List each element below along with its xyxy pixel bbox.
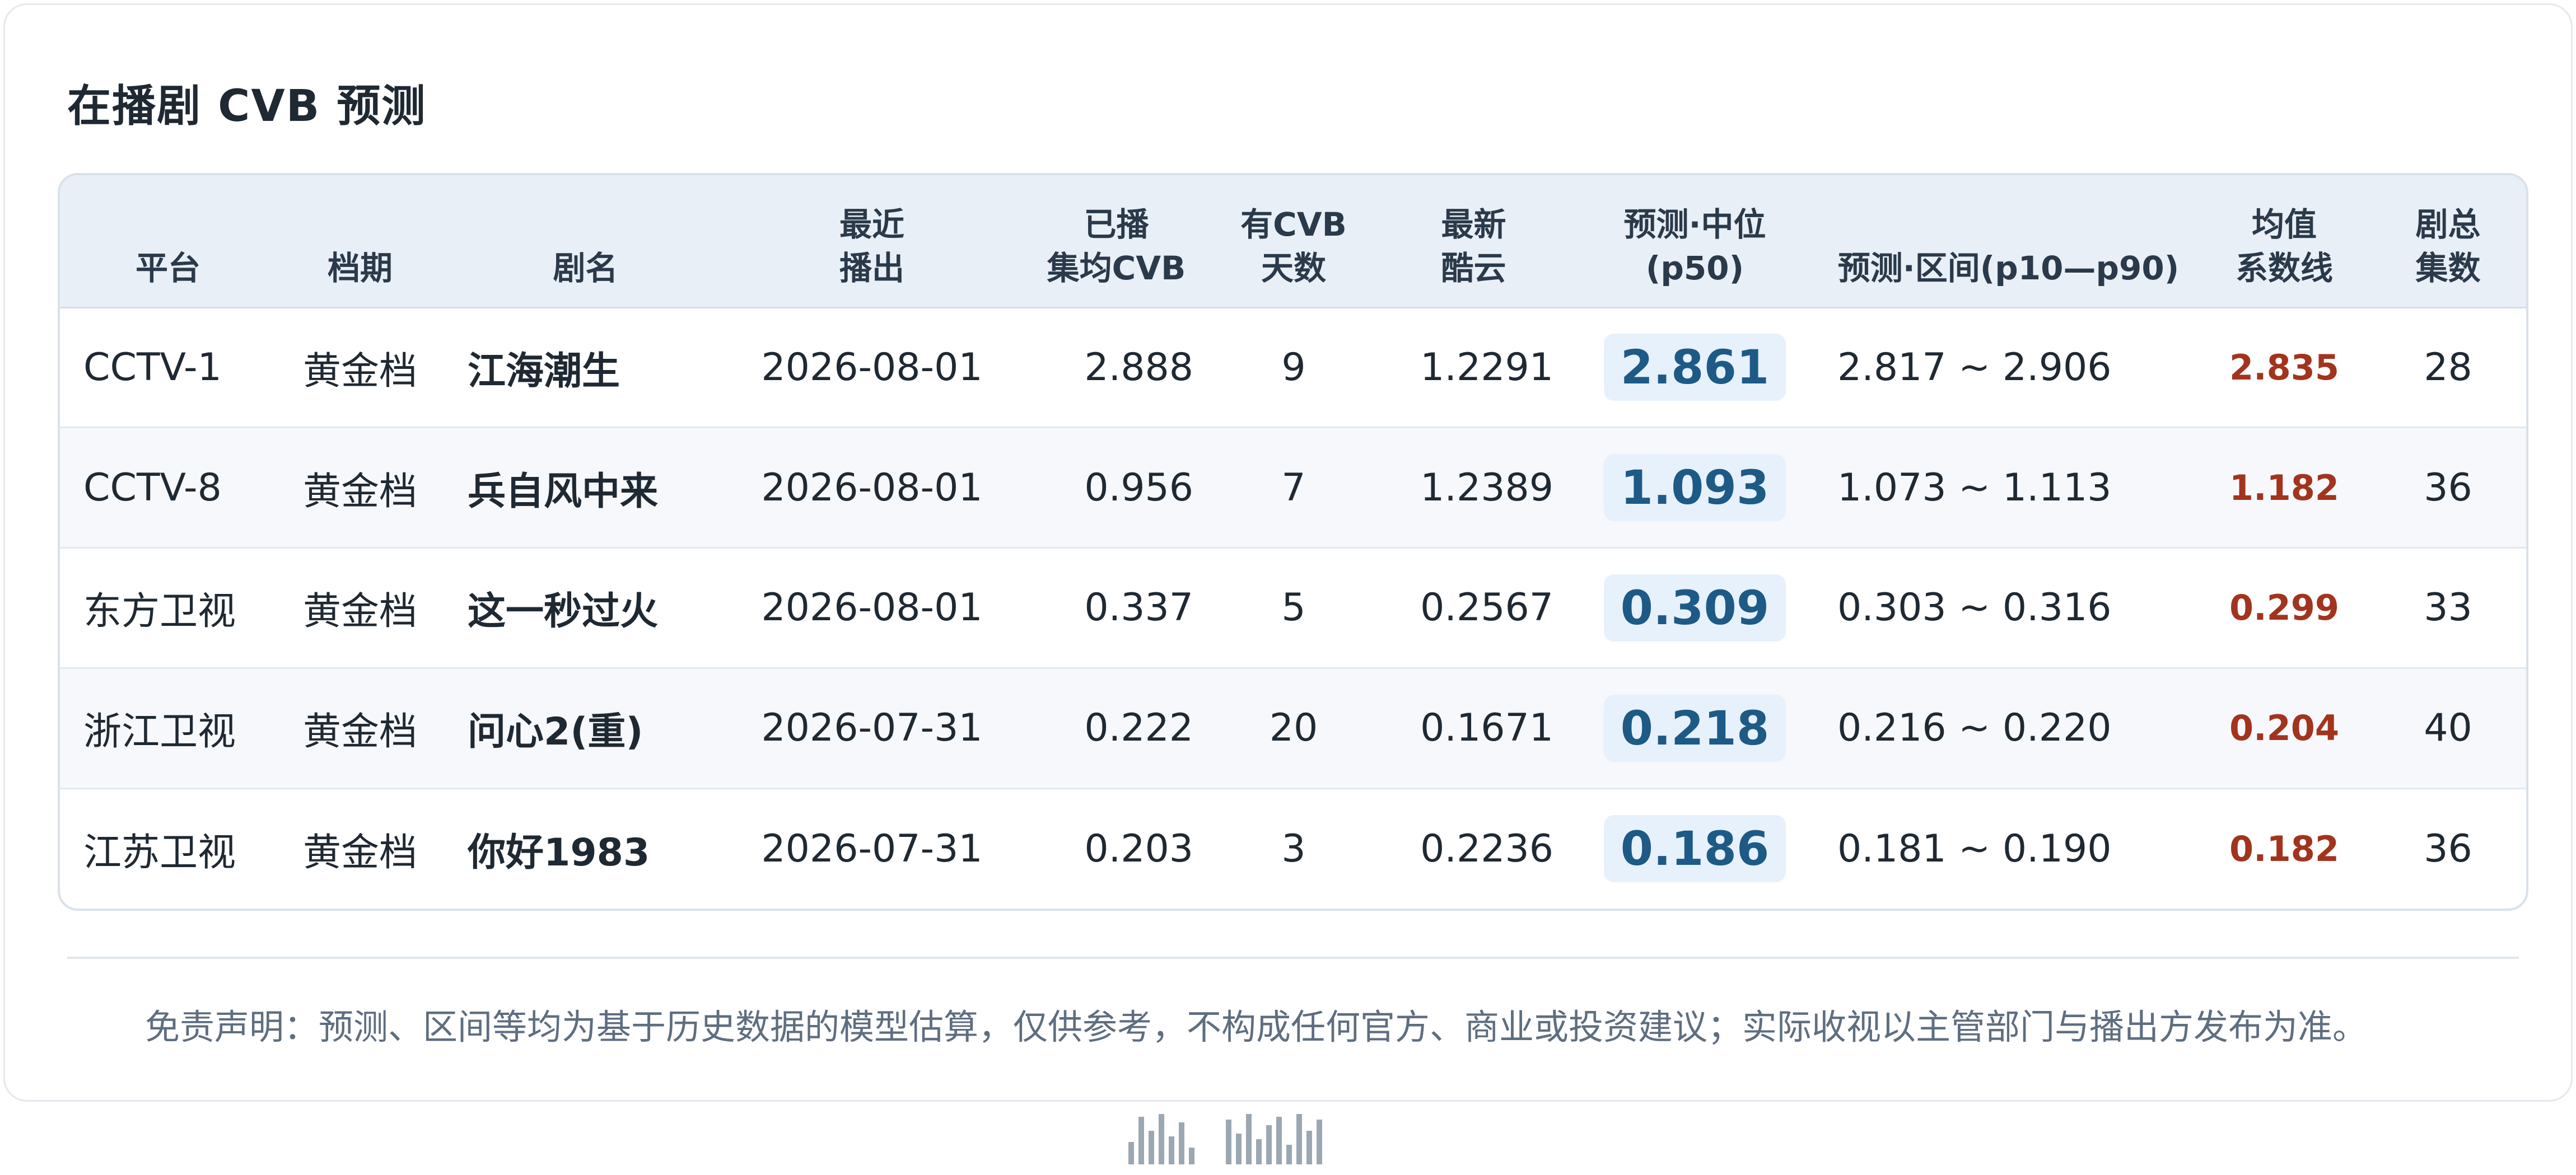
p50-chip: 0.218 — [1603, 694, 1786, 762]
col-header-latest-ky: 最新 酷云 — [1371, 175, 1576, 308]
cell-episodes: 28 — [2424, 345, 2472, 390]
cell-range: 1.073 ~ 1.113 — [1837, 465, 2112, 510]
cell-aired-avg: 2.888 — [1084, 345, 1193, 390]
cell-slot: 黄金档 — [302, 349, 417, 394]
cell-cvb-days: 7 — [1281, 465, 1306, 510]
cell-mean-line: 1.182 — [2229, 467, 2340, 508]
cell-platform: 江苏卫视 — [83, 830, 236, 875]
cell-platform: CCTV-1 — [83, 345, 222, 390]
cell-p50: 0.309 — [1576, 548, 1814, 668]
disclaimer-text: 免责声明：预测、区间等均为基于历史数据的模型估算，仅供参考，不构成任何官方、商业… — [145, 1007, 2368, 1047]
cell-aired-avg: 0.203 — [1084, 826, 1193, 871]
cell-episodes: 40 — [2424, 706, 2472, 751]
cell-cvb-days: 20 — [1269, 706, 1318, 751]
cell-cvb-days: 5 — [1281, 586, 1306, 630]
table-row: CCTV-8 黄金档 兵自风中来 2026-08-01 0.956 7 1.23… — [60, 427, 2526, 548]
cell-name: 这一秒过火 — [468, 589, 659, 634]
table-row: CCTV-1 黄金档 江海潮生 2026-08-01 2.888 9 1.229… — [60, 307, 2526, 428]
cell-latest-ky: 0.2567 — [1420, 586, 1553, 630]
page-title: 在播剧 CVB 预测 — [67, 81, 427, 132]
col-header-name: 剧名 — [444, 175, 727, 308]
cell-mean-line: 2.835 — [2229, 347, 2340, 388]
cell-slot: 黄金档 — [302, 710, 417, 755]
cell-platform: 东方卫视 — [83, 589, 236, 634]
col-header-platform: 平台 — [60, 175, 276, 308]
col-header-episodes: 剧总 集数 — [2365, 175, 2526, 308]
p50-chip: 2.861 — [1603, 334, 1786, 401]
col-header-range: 预测·区间(p10—p90) — [1814, 175, 2203, 308]
cell-p50: 0.186 — [1576, 788, 1814, 909]
col-header-last-air: 最近 播出 — [727, 175, 1017, 308]
cell-mean-line: 0.182 — [2229, 828, 2340, 869]
forecast-card: 在播剧 CVB 预测 平台 档期 剧名 最近 播出 已播 集均CVB 有CVB … — [3, 3, 2573, 1102]
cell-last-air: 2026-08-01 — [761, 465, 983, 510]
col-header-slot: 档期 — [276, 175, 444, 308]
cell-platform: CCTV-8 — [83, 465, 222, 510]
cell-last-air: 2026-08-01 — [761, 586, 983, 630]
cell-latest-ky: 0.2236 — [1420, 826, 1553, 871]
watermark-mark — [1128, 1111, 1448, 1164]
cell-mean-line: 0.204 — [2229, 708, 2340, 749]
cell-cvb-days: 9 — [1281, 345, 1306, 390]
table-row: 江苏卫视 黄金档 你好1983 2026-07-31 0.203 3 0.223… — [60, 788, 2526, 909]
cell-p50: 2.861 — [1576, 307, 1814, 428]
cell-aired-avg: 0.956 — [1084, 465, 1193, 510]
table-row: 浙江卫视 黄金档 问心2(重) 2026-07-31 0.222 20 0.16… — [60, 668, 2526, 789]
cell-name: 江海潮生 — [468, 349, 620, 394]
forecast-table-container: 平台 档期 剧名 最近 播出 已播 集均CVB 有CVB 天数 最新 酷云 预测·中位(… — [58, 173, 2528, 911]
cell-slot: 黄金档 — [302, 830, 417, 875]
cell-name: 你好1983 — [468, 830, 650, 875]
cell-range: 0.181 ~ 0.190 — [1837, 826, 2112, 871]
forecast-table: 平台 档期 剧名 最近 播出 已播 集均CVB 有CVB 天数 最新 酷云 预测·中位(… — [60, 175, 2526, 909]
cell-cvb-days: 3 — [1281, 826, 1306, 871]
cell-episodes: 33 — [2424, 586, 2472, 630]
cell-name: 问心2(重) — [468, 710, 643, 755]
cell-latest-ky: 1.2389 — [1420, 465, 1553, 510]
cell-platform: 浙江卫视 — [83, 710, 236, 755]
cell-last-air: 2026-07-31 — [761, 826, 983, 871]
cell-slot: 黄金档 — [302, 469, 417, 514]
cell-episodes: 36 — [2424, 826, 2472, 871]
cell-last-air: 2026-08-01 — [761, 345, 983, 390]
col-header-aired-avg: 已播 集均CVB — [1017, 175, 1216, 308]
cell-aired-avg: 0.222 — [1084, 706, 1193, 751]
cell-latest-ky: 0.1671 — [1420, 706, 1553, 751]
p50-chip: 0.309 — [1603, 574, 1786, 642]
cell-range: 0.303 ~ 0.316 — [1837, 586, 2112, 630]
col-header-cvb-days: 有CVB 天数 — [1216, 175, 1371, 308]
cell-mean-line: 0.299 — [2229, 587, 2340, 629]
cell-last-air: 2026-07-31 — [761, 706, 983, 751]
cell-slot: 黄金档 — [302, 589, 417, 634]
cell-name: 兵自风中来 — [468, 469, 659, 514]
cell-range: 2.817 ~ 2.906 — [1837, 345, 2112, 390]
table-header-row: 平台 档期 剧名 最近 播出 已播 集均CVB 有CVB 天数 最新 酷云 预测·中位(… — [60, 175, 2526, 308]
cell-latest-ky: 1.2291 — [1420, 345, 1553, 390]
cell-aired-avg: 0.337 — [1084, 586, 1193, 630]
col-header-mean-line: 均值 系数线 — [2203, 175, 2365, 308]
p50-chip: 0.186 — [1603, 815, 1786, 883]
table-row: 东方卫视 黄金档 这一秒过火 2026-08-01 0.337 5 0.2567… — [60, 548, 2526, 668]
cell-episodes: 36 — [2424, 465, 2472, 510]
cell-p50: 1.093 — [1576, 428, 1814, 548]
p50-chip: 1.093 — [1603, 454, 1786, 522]
section-divider — [67, 957, 2519, 959]
col-header-p50: 预测·中位 (p50) — [1576, 175, 1814, 308]
cell-range: 0.216 ~ 0.220 — [1837, 706, 2112, 751]
cell-p50: 0.218 — [1576, 668, 1814, 788]
